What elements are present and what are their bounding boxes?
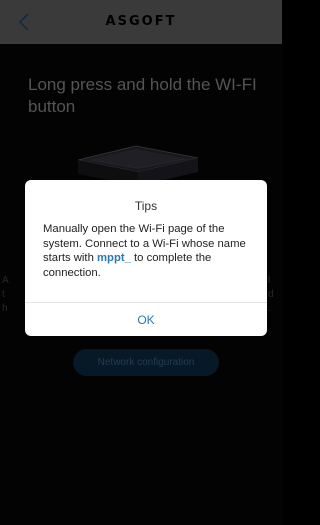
wifi-prefix-highlight: mppt_ xyxy=(97,252,131,264)
tips-dialog: Tips Manually open the Wi-Fi page of the… xyxy=(25,180,267,336)
dialog-title: Tips xyxy=(134,199,158,213)
dialog-message: Manually open the Wi-Fi page of the syst… xyxy=(43,222,257,280)
ok-button[interactable]: OK xyxy=(25,303,267,336)
